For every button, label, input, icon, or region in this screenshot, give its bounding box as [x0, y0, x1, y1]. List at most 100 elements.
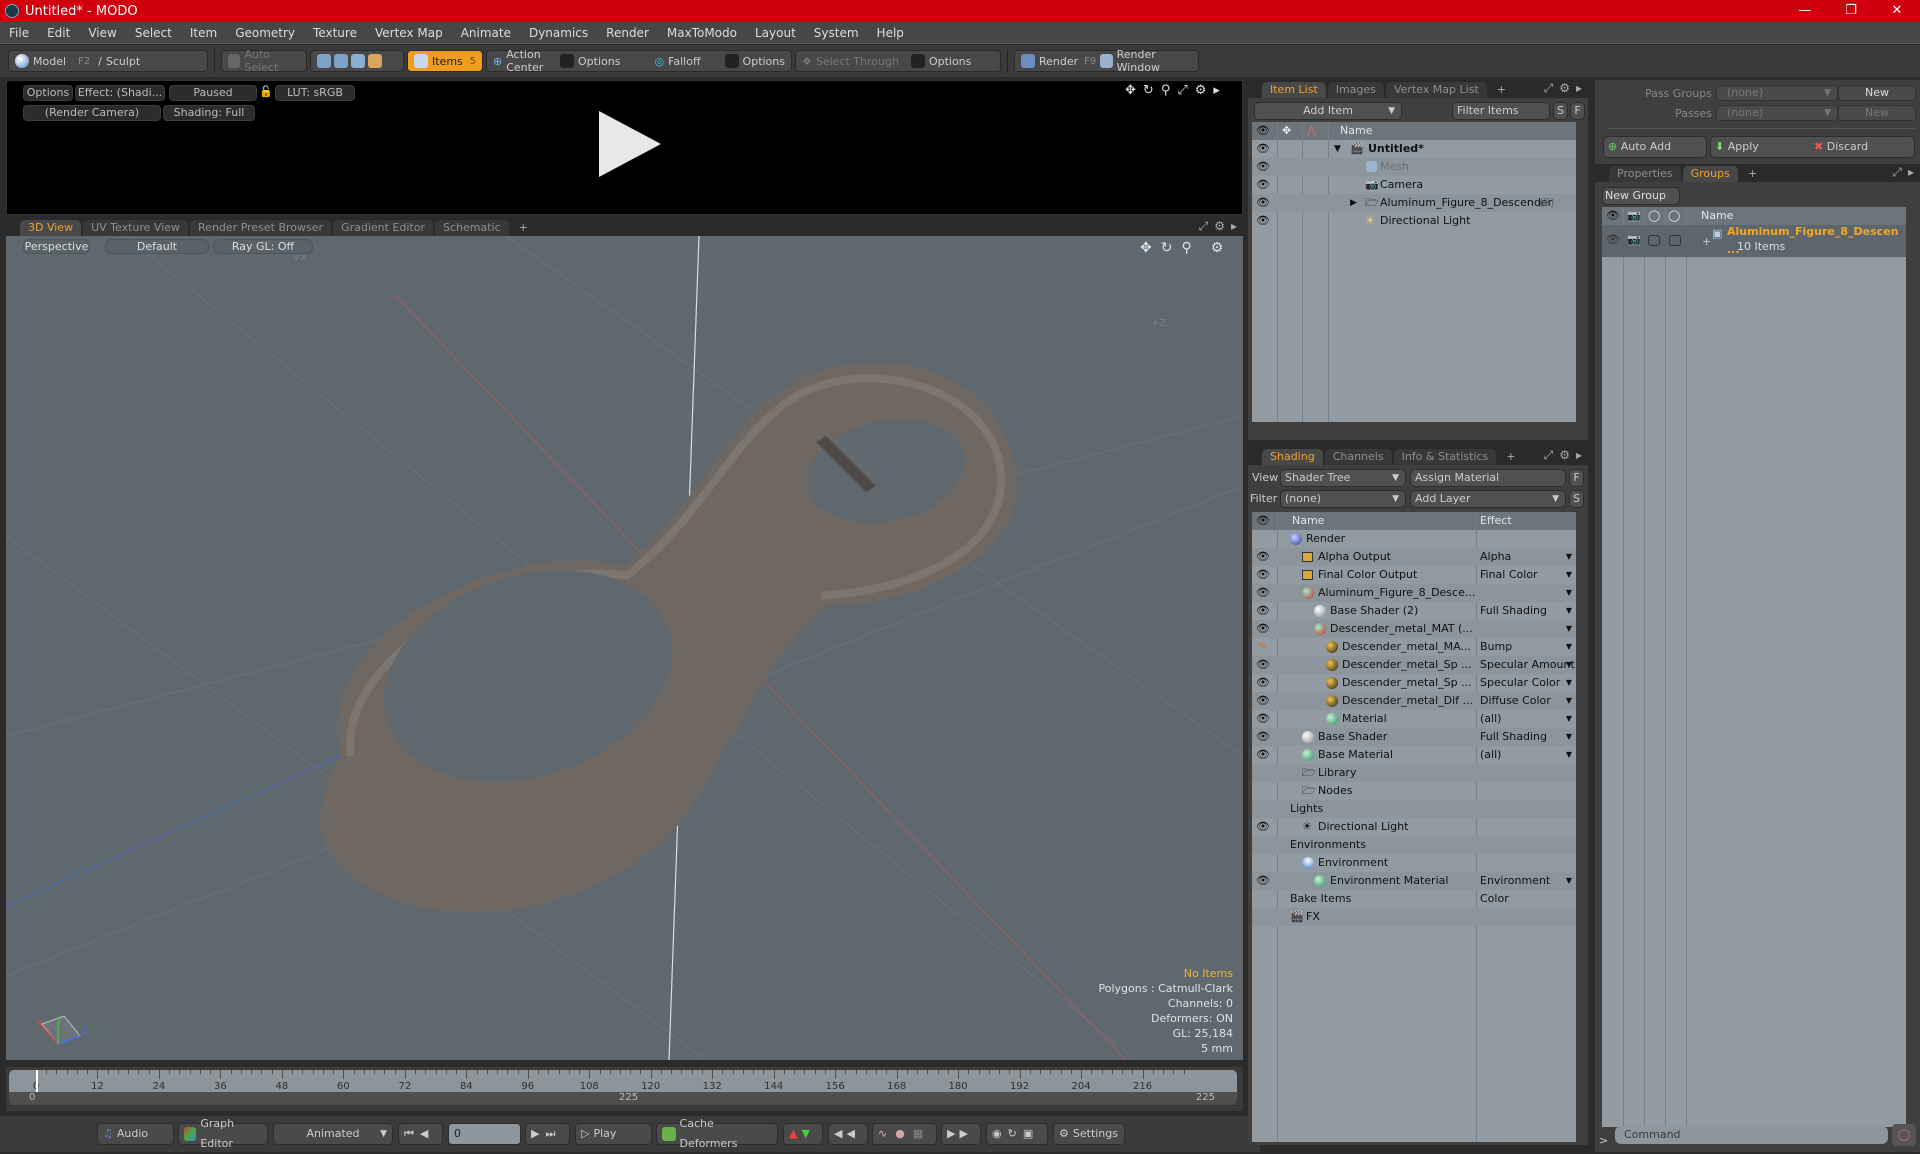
- effect-dropdown-icon[interactable]: ▼: [1566, 746, 1572, 764]
- item-row-directional-light[interactable]: 👁 ☀ Directional Light: [1252, 212, 1576, 230]
- zoom-icon[interactable]: ⚲: [1181, 240, 1191, 256]
- auto-add-button[interactable]: ⊕ Auto Add: [1603, 136, 1707, 158]
- menu-animate[interactable]: Animate: [452, 26, 520, 40]
- tab-3d-view[interactable]: 3D View: [20, 220, 82, 236]
- shader-tree-row[interactable]: 👁 Alpha Output Alpha ▼: [1252, 548, 1576, 566]
- shader-tree-row[interactable]: 👁 ☀ Directional Light: [1252, 818, 1576, 836]
- menu-select[interactable]: Select: [126, 26, 181, 40]
- skip-to-end-icon[interactable]: ⏭: [545, 1124, 555, 1144]
- search-s-button[interactable]: S: [1553, 102, 1568, 120]
- tab-gradient-editor[interactable]: Gradient Editor: [333, 220, 433, 236]
- menu-help[interactable]: Help: [868, 26, 913, 40]
- menu-view[interactable]: View: [79, 26, 125, 40]
- prev-key-icon[interactable]: ◀: [834, 1124, 842, 1144]
- shader-tree-row[interactable]: 🗁 Nodes: [1252, 782, 1576, 800]
- gear-icon[interactable]: ⚙: [1211, 240, 1224, 256]
- tab-channels[interactable]: Channels: [1324, 449, 1392, 465]
- descender-model[interactable]: [320, 362, 1016, 913]
- settings-button[interactable]: ⚙ Settings: [1053, 1123, 1125, 1145]
- visibility-toggle-icon[interactable]: 👁: [1256, 548, 1270, 566]
- pan-icon[interactable]: ✥: [1125, 83, 1136, 98]
- effect-dropdown-icon[interactable]: ▼: [1566, 692, 1572, 710]
- render-window-button[interactable]: Render Window: [1100, 48, 1192, 74]
- preview-options-button[interactable]: Options: [23, 85, 73, 101]
- raygl-dropdown[interactable]: Ray GL: Off: [213, 239, 313, 254]
- polygons-mode-icon[interactable]: [351, 54, 365, 68]
- tab-groups[interactable]: Groups: [1682, 166, 1738, 182]
- range-icon[interactable]: ▣: [1023, 1124, 1033, 1144]
- select-toggle[interactable]: [1669, 235, 1681, 246]
- lock-icon[interactable]: 🔓: [259, 85, 273, 98]
- auto-key-icon[interactable]: ∿: [878, 1124, 887, 1144]
- visibility-toggle-icon[interactable]: 👁: [1256, 872, 1270, 890]
- maximize-icon[interactable]: ⤢: [1544, 81, 1554, 96]
- visibility-toggle-icon[interactable]: 👁: [1256, 566, 1270, 584]
- falloff-options-button[interactable]: Options: [724, 54, 785, 68]
- visibility-toggle-icon[interactable]: 👁: [1256, 692, 1270, 710]
- add-tab-button[interactable]: +: [1489, 82, 1514, 98]
- shader-tree-row[interactable]: 👁 Descender_metal_Dif ... Diffuse Color ▼: [1252, 692, 1576, 710]
- camera-key-icon[interactable]: ◉: [992, 1124, 1002, 1144]
- add-layer-dropdown[interactable]: Add Layer ▼: [1410, 490, 1566, 508]
- tab-shading[interactable]: Shading: [1262, 449, 1323, 465]
- visibility-toggle-icon[interactable]: 👁: [1256, 728, 1270, 746]
- view-dropdown[interactable]: Shader Tree ▼: [1280, 469, 1406, 487]
- menu-maxtomodo[interactable]: MaxToModo: [658, 26, 746, 40]
- default-style-dropdown[interactable]: Default: [105, 239, 209, 254]
- shader-tree-row[interactable]: 🗁 Library: [1252, 764, 1576, 782]
- effect-dropdown-icon[interactable]: ▼: [1566, 656, 1572, 674]
- edges-mode-icon[interactable]: [334, 54, 348, 68]
- panel-menu-icon[interactable]: [6, 222, 20, 236]
- effect-dropdown-icon[interactable]: ▼: [1566, 674, 1572, 692]
- 3d-viewport[interactable]: Perspective Default Ray GL: Off +X +Z ✥ …: [6, 236, 1243, 1060]
- add-tab-button[interactable]: +: [1740, 166, 1765, 182]
- maximize-icon[interactable]: ⤢: [1199, 219, 1209, 234]
- shader-tree-row[interactable]: Bake Items: [1252, 890, 1576, 908]
- skip-to-start-icon[interactable]: ⏮: [404, 1124, 414, 1144]
- minimize-button[interactable]: —: [1782, 0, 1828, 22]
- tab-schematic[interactable]: Schematic: [435, 220, 509, 236]
- tab-properties[interactable]: Properties: [1609, 166, 1681, 182]
- arrow-right-icon[interactable]: ▸: [1908, 165, 1914, 180]
- next-key2-icon[interactable]: ▶: [959, 1124, 967, 1144]
- timeline-range-bar[interactable]: 0 225 225: [9, 1092, 1237, 1105]
- apply-button[interactable]: ⬇ Apply: [1715, 140, 1759, 153]
- shader-tree-row[interactable]: 👁 Aluminum_Figure_8_Desce... ▼: [1252, 584, 1576, 602]
- item-row-descender[interactable]: 👁 ▶ 🗁 Aluminum_Figure_8_Descender (2): [1252, 194, 1576, 212]
- playhead[interactable]: [36, 1070, 38, 1092]
- menu-dynamics[interactable]: Dynamics: [520, 26, 597, 40]
- graph-editor-button[interactable]: Graph Editor: [178, 1117, 268, 1150]
- visibility-toggle-icon[interactable]: 👁: [1256, 620, 1270, 638]
- effect-dropdown-icon[interactable]: ▼: [1566, 638, 1572, 656]
- item-row-untitled[interactable]: 👁 ▼ 🎬 Untitled*: [1252, 140, 1576, 158]
- add-item-dropdown[interactable]: Add Item ▼: [1254, 102, 1402, 120]
- loop-icon[interactable]: ↻: [1008, 1124, 1017, 1144]
- filter-dropdown[interactable]: (none) ▼: [1280, 490, 1406, 508]
- tab-item-list[interactable]: Item List: [1262, 82, 1326, 98]
- maximize-icon[interactable]: ⤢: [1544, 448, 1554, 463]
- visibility-toggle-icon[interactable]: 👁: [1256, 194, 1270, 212]
- s-button[interactable]: S: [1569, 490, 1584, 508]
- record-icon[interactable]: ●: [895, 1124, 905, 1144]
- render-button[interactable]: Render F9: [1021, 54, 1096, 68]
- shader-tree-row[interactable]: ✎ Descender_metal_MA... Bump ▼: [1252, 638, 1576, 656]
- step-back-icon[interactable]: ◀: [420, 1124, 428, 1144]
- menu-file[interactable]: File: [0, 26, 38, 40]
- rotate-icon[interactable]: ↻: [1161, 240, 1173, 256]
- visibility-toggle-icon[interactable]: 👁: [1256, 746, 1270, 764]
- falloff-button[interactable]: ◎ Falloff: [654, 55, 700, 68]
- items-mode-button[interactable]: Items 5: [407, 50, 483, 72]
- arrow-right-icon[interactable]: ▸: [1231, 219, 1237, 234]
- menu-system[interactable]: System: [805, 26, 868, 40]
- tab-info-statistics[interactable]: Info & Statistics: [1393, 449, 1497, 465]
- new-pass-button[interactable]: New: [1838, 105, 1916, 121]
- expand-arrow-icon[interactable]: ▼: [1334, 140, 1341, 158]
- zoom-icon[interactable]: ⚲: [1161, 83, 1171, 98]
- filter-f-button[interactable]: F: [1570, 102, 1585, 120]
- menu-edit[interactable]: Edit: [38, 26, 79, 40]
- menu-render[interactable]: Render: [597, 26, 658, 40]
- shader-tree-row[interactable]: 👁 Descender_metal_MAT (... ▼: [1252, 620, 1576, 638]
- key-up-icon[interactable]: ▲: [789, 1124, 797, 1144]
- materials-mode-icon[interactable]: [368, 54, 382, 68]
- model-button[interactable]: Model F2: [15, 54, 90, 68]
